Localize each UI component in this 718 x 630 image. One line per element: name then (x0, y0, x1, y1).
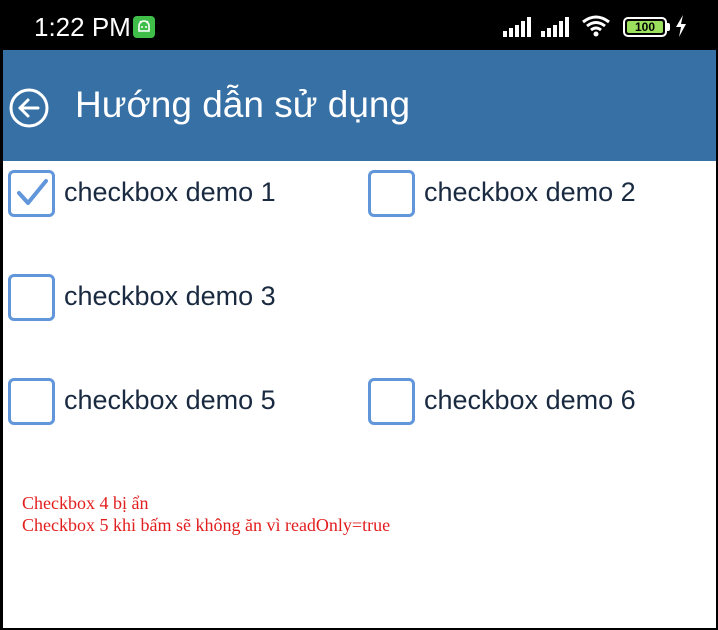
android-notification-icon (133, 16, 155, 38)
back-button[interactable] (8, 87, 50, 129)
charging-icon (676, 15, 686, 37)
app-bar: Hướng dẫn sử dụng (3, 50, 716, 161)
back-arrow-icon (9, 88, 49, 128)
checkbox-demo-6[interactable]: checkbox demo 6 (368, 375, 688, 429)
signal-icon (503, 17, 531, 37)
status-time: 1:22 PM (34, 12, 131, 42)
checkbox-label: checkbox demo 2 (424, 177, 636, 207)
checkbox-label: checkbox demo 5 (64, 385, 276, 415)
app-screen: Hướng dẫn sử dụng checkbox demo 1 checkb… (3, 50, 716, 628)
note-line-1: Checkbox 4 bị ẩn (22, 493, 149, 513)
checkbox-box[interactable] (8, 378, 55, 425)
checkbox-box[interactable] (368, 378, 415, 425)
checkbox-box-checked[interactable] (8, 170, 55, 217)
status-bar: 1:22 PM 100 (0, 0, 718, 50)
checkmark-icon (17, 179, 48, 205)
page-title: Hướng dẫn sử dụng (75, 84, 411, 125)
checkbox-row-1: checkbox demo 1 checkbox demo 2 (3, 167, 716, 221)
checkbox-demo-5[interactable]: checkbox demo 5 (8, 375, 328, 429)
checkbox-demo-1[interactable]: checkbox demo 1 (8, 167, 328, 221)
checkbox-row-3: checkbox demo 5 checkbox demo 6 (3, 375, 716, 429)
notes-text: Checkbox 4 bị ẩn Checkbox 5 khi bấm sẽ k… (22, 492, 390, 536)
checkbox-box[interactable] (368, 170, 415, 217)
checkbox-row-2: checkbox demo 3 (3, 271, 716, 325)
checkbox-label: checkbox demo 6 (424, 385, 636, 415)
checkbox-demo-3[interactable]: checkbox demo 3 (8, 271, 328, 325)
battery-level: 100 (627, 21, 663, 33)
battery-icon: 100 (623, 17, 667, 37)
wifi-icon (582, 15, 610, 37)
note-line-2: Checkbox 5 khi bấm sẽ không ăn vì readOn… (22, 515, 391, 535)
status-icons: 100 (503, 13, 688, 39)
checkbox-demo-2[interactable]: checkbox demo 2 (368, 167, 688, 221)
checkbox-label: checkbox demo 1 (64, 177, 276, 207)
checkbox-box[interactable] (8, 274, 55, 321)
checkbox-label: checkbox demo 3 (64, 281, 276, 311)
battery-tip (667, 23, 670, 31)
signal-icon-2 (541, 17, 569, 37)
